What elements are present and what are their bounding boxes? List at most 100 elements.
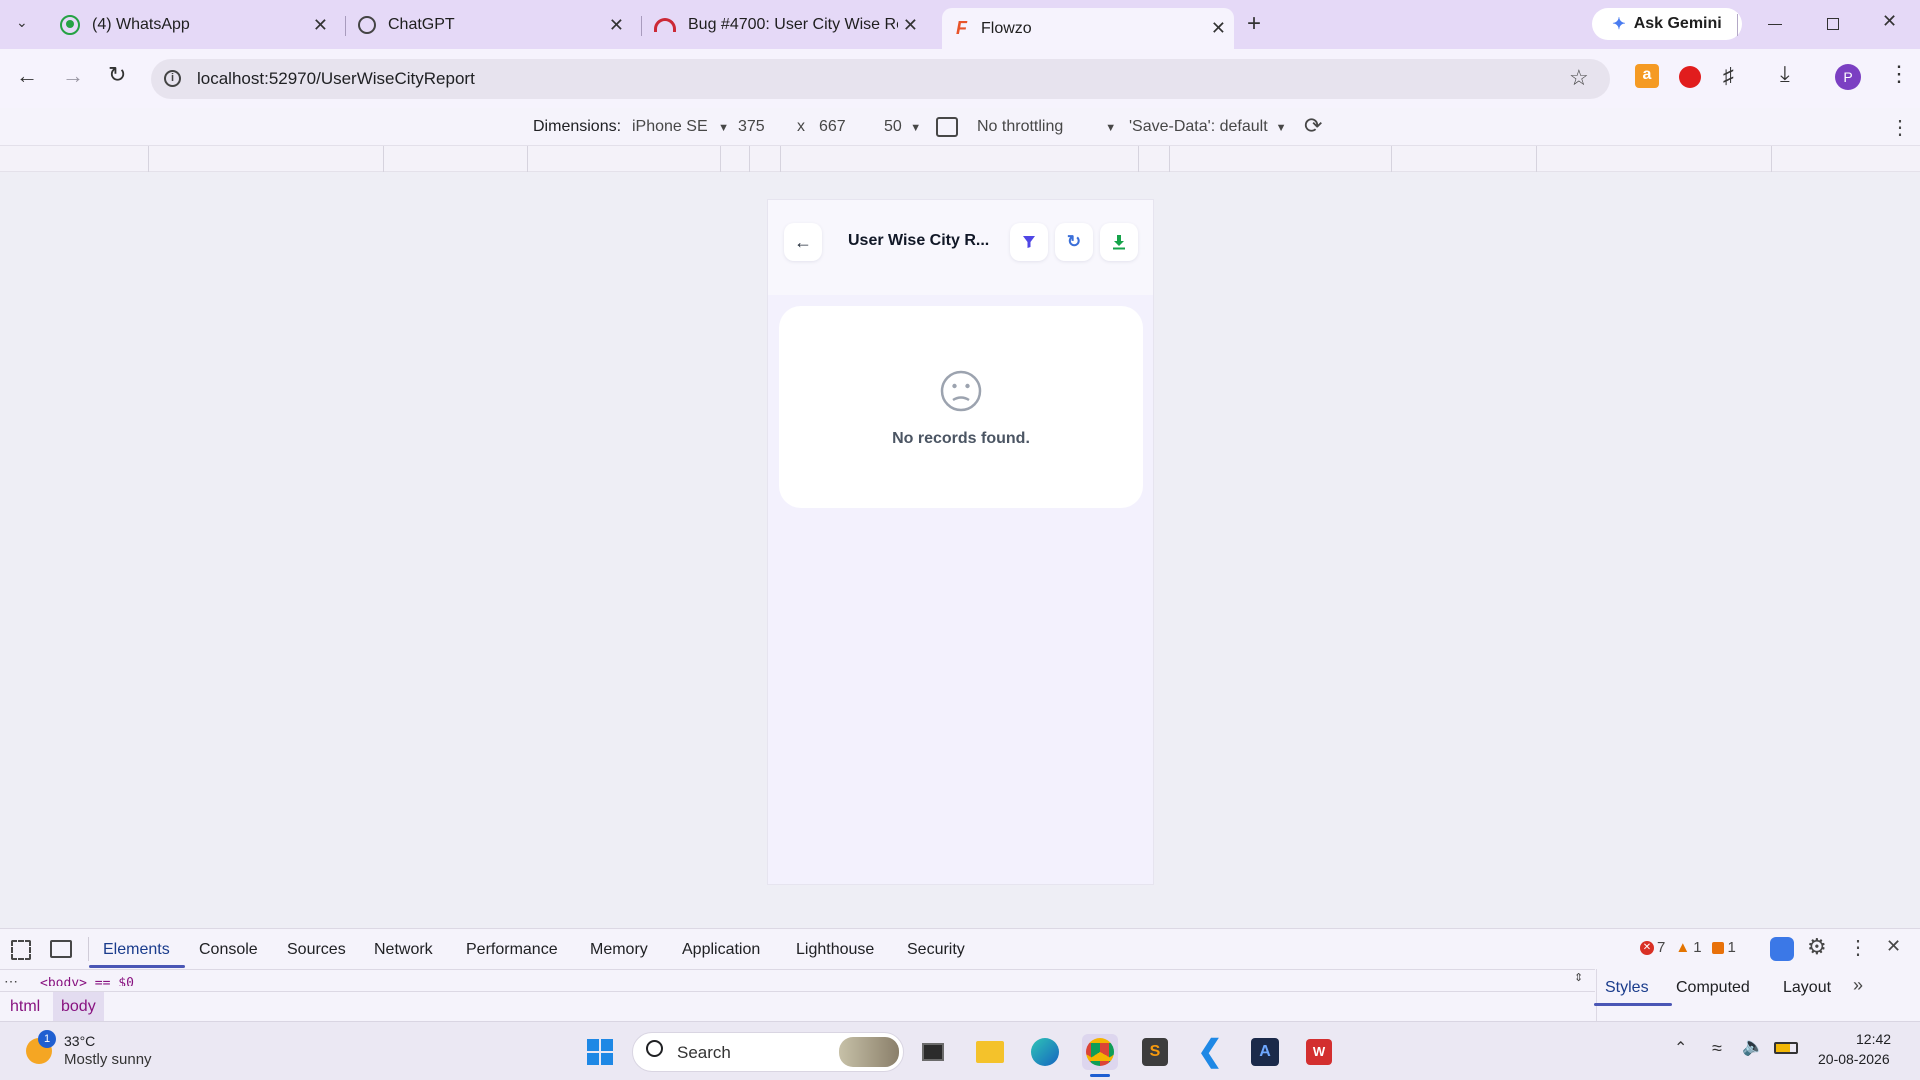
amazon-extension-icon[interactable]: a xyxy=(1635,64,1659,88)
inspect-element-icon[interactable] xyxy=(11,940,31,960)
ask-gemini-button[interactable]: ✦ Ask Gemini xyxy=(1592,8,1742,40)
file-explorer-icon[interactable] xyxy=(972,1034,1008,1070)
battery-icon[interactable] xyxy=(1774,1042,1798,1054)
breadcrumb: html body xyxy=(0,991,1595,1022)
devtools-tab-network[interactable]: Network xyxy=(374,941,433,959)
error-icon: ✕ xyxy=(1640,940,1654,955)
refresh-icon: ↻ xyxy=(1066,232,1082,251)
android-studio-icon[interactable]: A xyxy=(1247,1034,1283,1070)
dom-ellipsis[interactable]: ⋯ xyxy=(4,973,18,990)
width-input[interactable]: 375 xyxy=(738,118,765,136)
sidebar-tab-styles[interactable]: Styles xyxy=(1605,979,1649,997)
devtools-tab-elements[interactable]: Elements xyxy=(103,941,170,959)
clock-time[interactable]: 12:42 xyxy=(1856,1031,1891,1047)
devtools-tab-security[interactable]: Security xyxy=(907,941,965,959)
wps-office-icon[interactable]: W xyxy=(1301,1034,1337,1070)
refresh-button[interactable]: ↻ xyxy=(1055,223,1093,261)
screenshot-capture-icon[interactable] xyxy=(936,117,958,137)
tab-search-chevron-icon[interactable]: ⌄ xyxy=(16,14,28,31)
volume-icon[interactable]: 🔈 xyxy=(1742,1036,1764,1057)
more-tabs-icon[interactable]: » xyxy=(1853,975,1863,996)
close-tab-icon[interactable]: ✕ xyxy=(903,15,918,36)
warning-count: 1 xyxy=(1693,939,1702,956)
clock-date[interactable]: 20-08-2026 xyxy=(1818,1051,1890,1067)
tab-title: Bug #4700: User City Wise Repo xyxy=(688,16,898,33)
tab-bug-report[interactable]: Bug #4700: User City Wise Repo ✕ xyxy=(646,8,926,42)
close-tab-icon[interactable]: ✕ xyxy=(313,15,328,36)
devtools-tab-console[interactable]: Console xyxy=(199,941,258,959)
windows-logo-icon xyxy=(587,1039,613,1065)
device-toolbar: Dimensions: iPhone SE ▼ 375 x 667 50 ▼ N… xyxy=(0,108,1920,146)
chrome-icon[interactable] xyxy=(1082,1034,1118,1070)
tab-whatsapp[interactable]: (4) WhatsApp ✕ xyxy=(52,8,336,42)
wifi-icon[interactable]: ≈ xyxy=(1712,1038,1722,1059)
zoom-select[interactable]: 50 ▼ xyxy=(884,118,921,136)
height-input[interactable]: 667 xyxy=(819,118,846,136)
tab-chatgpt[interactable]: ChatGPT ✕ xyxy=(350,8,632,42)
downloads-icon[interactable]: ⤓ xyxy=(1780,61,1790,87)
device-toolbar-menu-icon[interactable]: ⋮ xyxy=(1890,115,1910,140)
devtools-tab-lighthouse[interactable]: Lighthouse xyxy=(796,941,874,959)
show-hidden-icons-icon[interactable]: ⌃ xyxy=(1674,1038,1687,1058)
address-bar[interactable]: i localhost:52970/UserWiseCityReport ☆ xyxy=(151,59,1610,99)
devtools-settings-icon[interactable]: ⚙ xyxy=(1807,934,1827,960)
dom-tree-line[interactable]: <body> == $0 xyxy=(40,976,134,986)
tab-title: (4) WhatsApp xyxy=(92,16,190,33)
media-query-ruler[interactable] xyxy=(0,146,1920,172)
start-button[interactable] xyxy=(582,1034,618,1070)
save-data-select[interactable]: 'Save-Data': default ▼ xyxy=(1129,118,1287,136)
bookmark-star-icon[interactable]: ☆ xyxy=(1569,65,1589,91)
devtools-tab-memory[interactable]: Memory xyxy=(590,941,648,959)
ai-assistance-icon[interactable] xyxy=(1770,937,1794,961)
device-name: iPhone SE xyxy=(632,118,708,135)
close-tab-icon[interactable]: ✕ xyxy=(1211,18,1226,39)
breadcrumb-body[interactable]: body xyxy=(53,992,104,1022)
devtools-tab-performance[interactable]: Performance xyxy=(466,941,558,959)
device-toggle-icon[interactable] xyxy=(50,940,72,958)
extensions-puzzle-icon[interactable]: ♯ xyxy=(1723,63,1734,89)
sidebar-tab-layout[interactable]: Layout xyxy=(1783,979,1831,997)
flowzo-logo-icon: F xyxy=(956,18,967,38)
download-icon xyxy=(1113,235,1125,250)
back-button[interactable]: ← xyxy=(784,223,822,261)
breadcrumb-html[interactable]: html xyxy=(10,998,40,1016)
search-icon xyxy=(646,1040,663,1057)
rotate-icon[interactable]: ⟳ xyxy=(1304,113,1322,139)
close-devtools-icon[interactable]: ✕ xyxy=(1886,936,1901,957)
url-text[interactable]: localhost:52970/UserWiseCityReport xyxy=(197,69,475,89)
download-button[interactable] xyxy=(1100,223,1138,261)
vscode-icon[interactable]: ❮ xyxy=(1192,1034,1228,1070)
devtools-menu-icon[interactable]: ⋮ xyxy=(1848,935,1868,960)
sublime-text-icon[interactable]: S xyxy=(1137,1034,1173,1070)
tab-title: ChatGPT xyxy=(388,16,455,33)
filter-button[interactable] xyxy=(1010,223,1048,261)
close-tab-icon[interactable]: ✕ xyxy=(609,15,624,36)
weather-widget[interactable]: 1 33°C Mostly sunny xyxy=(24,1030,184,1072)
warning-icon: ▲ xyxy=(1675,939,1691,956)
tab-flowzo[interactable]: F Flowzo ✕ xyxy=(942,8,1234,49)
profile-avatar[interactable]: P xyxy=(1835,64,1861,90)
taskbar-search-box[interactable]: Search xyxy=(632,1032,904,1072)
devtools-tab-application[interactable]: Application xyxy=(682,941,760,959)
task-view-icon[interactable] xyxy=(915,1034,951,1070)
device-select[interactable]: iPhone SE ▼ xyxy=(632,118,729,136)
arrow-left-icon: ← xyxy=(794,231,812,252)
restore-icon[interactable] xyxy=(1827,18,1839,30)
issue-counters[interactable]: ✕ 7 ▲ 1 1 xyxy=(1640,939,1736,956)
edge-icon[interactable] xyxy=(1027,1034,1063,1070)
minimize-icon[interactable] xyxy=(1768,24,1782,25)
back-icon[interactable]: ← xyxy=(16,63,38,89)
dropdown-arrow-icon: ▼ xyxy=(1105,122,1117,134)
forward-icon[interactable]: → xyxy=(62,63,84,89)
reload-icon[interactable]: ↻ xyxy=(108,62,126,88)
site-info-icon[interactable]: i xyxy=(164,70,181,87)
close-window-icon[interactable]: ✕ xyxy=(1882,11,1897,32)
dom-scroll-icon[interactable]: ⇕ xyxy=(1574,971,1583,984)
sidebar-tab-computed[interactable]: Computed xyxy=(1676,979,1750,997)
new-tab-icon[interactable]: + xyxy=(1247,10,1261,38)
weather-description: Mostly sunny xyxy=(64,1051,152,1068)
throttling-select[interactable]: No throttling ▼ xyxy=(977,118,1116,136)
record-extension-icon[interactable] xyxy=(1679,66,1701,88)
browser-menu-icon[interactable]: ⋮ xyxy=(1888,61,1910,87)
devtools-tab-sources[interactable]: Sources xyxy=(287,941,346,959)
